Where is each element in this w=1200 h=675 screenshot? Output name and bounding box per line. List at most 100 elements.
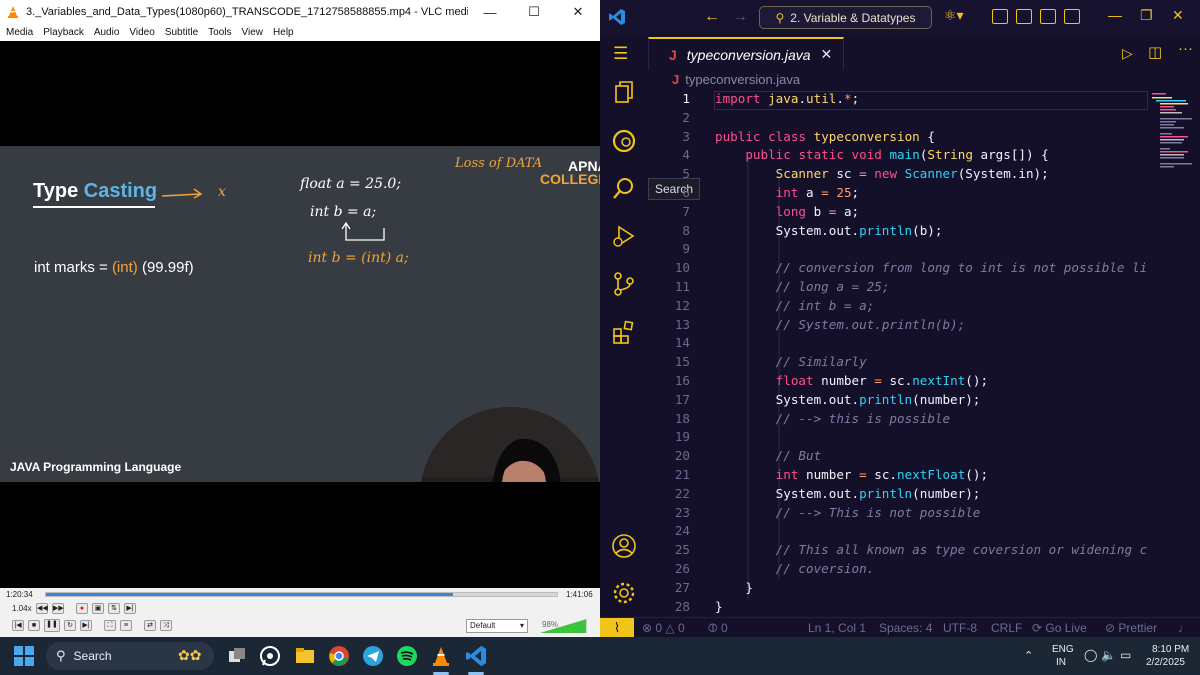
shuffle-icon[interactable]: ⤨ <box>160 620 172 631</box>
pause-button[interactable]: ❚❚ <box>44 619 60 632</box>
code-line[interactable]: 3 public class typeconversion { <box>648 129 1200 148</box>
chrome-icon[interactable] <box>328 645 350 667</box>
indentation[interactable]: Spaces: 4 <box>879 621 932 635</box>
code-line[interactable]: 4 public static void main(String args[])… <box>648 147 1200 166</box>
code-line[interactable]: 8 System.out.println(b); <box>648 223 1200 242</box>
extensions-icon[interactable] <box>611 319 637 345</box>
code-line[interactable]: 27 } <box>648 580 1200 599</box>
vscode-close-button[interactable]: ✕ <box>1172 7 1184 24</box>
code-line[interactable]: 7 long b = a; <box>648 204 1200 223</box>
faster-icon[interactable]: ▶▶ <box>52 603 64 614</box>
maximize-button[interactable]: ☐ <box>512 0 556 24</box>
copilot-icon[interactable]: ⚛▾ <box>944 7 964 23</box>
spotify-icon[interactable] <box>396 645 418 667</box>
code-line[interactable]: 17 System.out.println(number); <box>648 392 1200 411</box>
vlc-titlebar[interactable]: 3._Variables_and_Data_Types(1080p60)_TRA… <box>0 0 600 24</box>
frame-step-icon[interactable]: ▶| <box>124 603 136 614</box>
input-language-line1[interactable]: ENG <box>1052 644 1074 655</box>
seek-bar[interactable] <box>45 592 558 597</box>
menu-audio[interactable]: Audio <box>88 27 124 38</box>
code-line[interactable]: 19 <box>648 429 1200 448</box>
edge-icon[interactable] <box>611 128 637 154</box>
customize-layout-icon[interactable] <box>992 9 1008 24</box>
code-line[interactable]: 26 // coversion. <box>648 561 1200 580</box>
ports-indicator[interactable]: ⦷ 0 <box>708 621 728 636</box>
code-line[interactable]: 2 <box>648 110 1200 129</box>
account-icon[interactable] <box>611 533 637 559</box>
code-line[interactable]: 1 import java.util.*; <box>648 91 1200 110</box>
code-line[interactable]: 20 // But <box>648 448 1200 467</box>
remote-indicator[interactable]: ⌇ <box>600 618 634 638</box>
run-debug-icon[interactable] <box>611 223 637 249</box>
go-live-button[interactable]: ⟳ Go Live <box>1032 621 1087 635</box>
code-editor[interactable]: 1 import java.util.*; 2 3 public class typec… <box>648 91 1200 617</box>
menu-icon[interactable]: ☰ <box>613 44 628 64</box>
code-line[interactable]: 21 int number = sc.nextFloat(); <box>648 467 1200 486</box>
source-control-icon[interactable] <box>611 271 637 297</box>
extended-settings-icon[interactable]: ≡ <box>120 620 132 631</box>
back-arrow-icon[interactable]: ← <box>704 8 720 26</box>
code-line[interactable]: 16 float number = sc.nextInt(); <box>648 373 1200 392</box>
split-editor-icon[interactable]: ◫ <box>1148 43 1162 61</box>
code-line[interactable]: 15 // Similarly <box>648 354 1200 373</box>
problems-indicator[interactable]: ⊗ 0 △ 0 <box>642 621 685 635</box>
breadcrumb[interactable]: Jtypeconversion.java <box>672 72 800 87</box>
record-icon[interactable]: ● <box>76 603 88 614</box>
cursor-position[interactable]: Ln 1, Col 1 <box>808 621 866 635</box>
close-button[interactable]: ✕ <box>556 0 600 24</box>
menu-playback[interactable]: Playback <box>37 27 88 38</box>
menu-view[interactable]: View <box>236 27 268 38</box>
settings-gear-icon[interactable] <box>611 580 637 606</box>
vscode-restore-button[interactable]: ❐ <box>1140 7 1153 24</box>
menu-subtitle[interactable]: Subtitle <box>159 27 202 38</box>
file-explorer-icon[interactable] <box>294 645 316 667</box>
telegram-icon[interactable] <box>362 645 384 667</box>
playback-speed[interactable]: 1.04x <box>12 604 32 613</box>
code-line[interactable]: 10 // conversion from long to int is not… <box>648 260 1200 279</box>
search-sidebar-icon[interactable] <box>611 175 637 201</box>
command-center[interactable]: ⚲ 2. Variable & Datatypes <box>759 6 932 29</box>
battery-icon[interactable]: ▭ <box>1120 648 1131 662</box>
taskbar-search[interactable]: ⚲ Search ✿✿ <box>46 642 214 670</box>
menu-video[interactable]: Video <box>123 27 158 38</box>
toggle-panel-icon[interactable] <box>1040 9 1056 24</box>
code-line[interactable]: 14 <box>648 335 1200 354</box>
windows-start-icon[interactable] <box>14 646 34 666</box>
menu-tools[interactable]: Tools <box>202 27 235 38</box>
slower-icon[interactable]: ◀◀ <box>36 603 48 614</box>
code-line[interactable]: 23 // --> This is not possible <box>648 505 1200 524</box>
video-area[interactable]: Type Casting x float a = 25.0; int b = a… <box>0 41 600 588</box>
stop-icon[interactable]: ■ <box>28 620 40 631</box>
code-line[interactable]: 22 System.out.println(number); <box>648 486 1200 505</box>
tab-typeconversion[interactable]: J typeconversion.java ✕ <box>648 37 844 70</box>
fullscreen-icon[interactable]: ⛶ <box>104 620 116 631</box>
code-line[interactable]: 24 <box>648 523 1200 542</box>
input-language-line2[interactable]: IN <box>1056 657 1066 668</box>
vlc-icon[interactable] <box>430 645 452 667</box>
task-view-icon[interactable] <box>226 645 248 667</box>
clock-time[interactable]: 8:10 PM <box>1152 644 1189 655</box>
code-line[interactable]: 13 // System.out.println(b); <box>648 317 1200 336</box>
previous-icon[interactable]: |◀ <box>12 620 24 631</box>
menu-help[interactable]: Help <box>267 27 298 38</box>
snapshot-icon[interactable]: ▣ <box>92 603 104 614</box>
loop-icon[interactable]: ↻ <box>64 620 76 631</box>
forward-arrow-icon[interactable]: → <box>732 8 748 26</box>
clock-date[interactable]: 2/2/2025 <box>1146 657 1185 668</box>
tray-chevron-up-icon[interactable]: ⌃ <box>1024 649 1033 662</box>
code-line[interactable]: 6 int a = 25; <box>648 185 1200 204</box>
code-line[interactable]: 18 // --> this is possible <box>648 411 1200 430</box>
volume-icon[interactable]: 🔈 <box>1101 648 1116 662</box>
next-icon[interactable]: ▶| <box>80 620 92 631</box>
code-line[interactable]: 12 // int b = a; <box>648 298 1200 317</box>
encoding[interactable]: UTF-8 <box>943 621 977 635</box>
code-line[interactable]: 25 // This all known as type coversion o… <box>648 542 1200 561</box>
notifications-bell-icon[interactable]: ♩ <box>1178 621 1190 635</box>
loop-ab-icon[interactable]: ⇅ <box>108 603 120 614</box>
line-ending[interactable]: CRLF <box>991 621 1022 635</box>
more-actions-icon[interactable]: ··· <box>1178 40 1193 57</box>
code-line[interactable]: 11 // long a = 25; <box>648 279 1200 298</box>
toggle-secondary-sidebar-icon[interactable] <box>1064 9 1080 24</box>
vscode-icon[interactable] <box>465 645 487 667</box>
tab-close-icon[interactable]: ✕ <box>821 46 833 63</box>
